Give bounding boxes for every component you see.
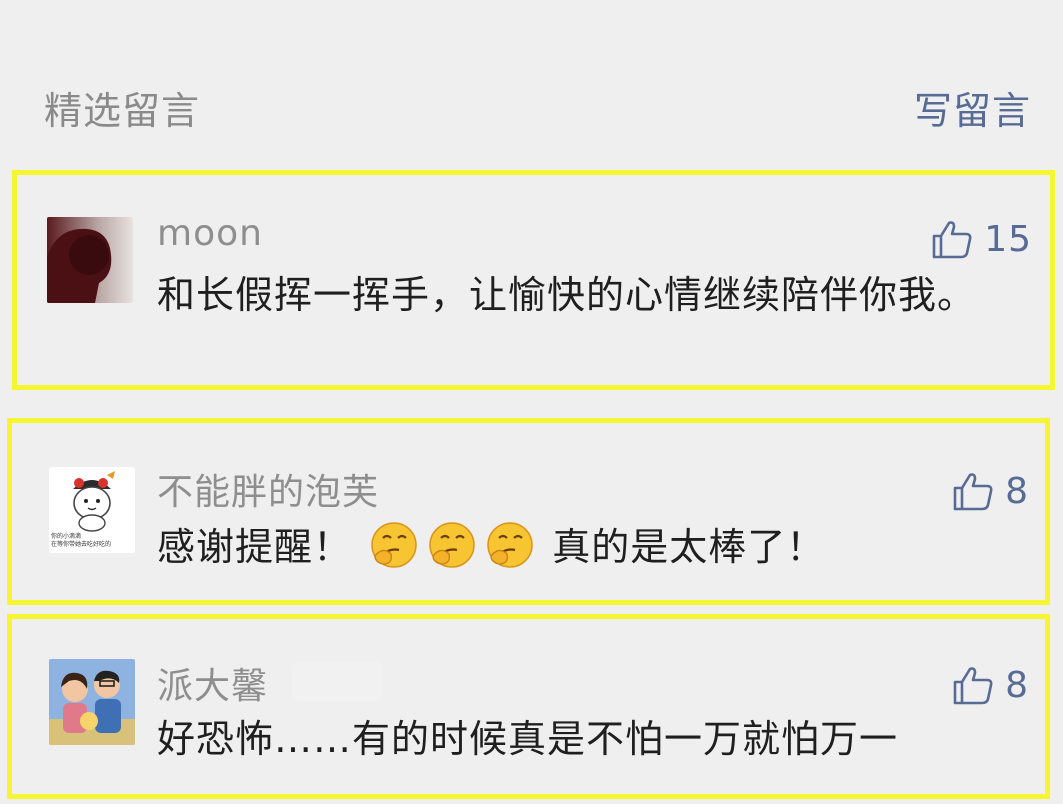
avatar[interactable]: 你的小滴滴 在等你带她去吃好吃的 — [49, 467, 135, 553]
comment-nickname: 派大馨 — [157, 666, 269, 707]
comment-text-after: 真的是太棒了！ — [552, 525, 826, 569]
thumbs-up-icon — [932, 221, 972, 259]
thumbs-up-icon — [953, 473, 993, 511]
person-silhouette-avatar-icon — [47, 217, 133, 303]
comment-item: 你的小滴滴 在等你带她去吃好吃的 不能胖的泡芙 8 感谢提醒！ 真的是太棒了！ — [7, 418, 1050, 605]
like-count: 8 — [1005, 664, 1029, 706]
like-count: 15 — [984, 218, 1032, 260]
like-count: 8 — [1005, 470, 1029, 512]
thinking-face-emoji-icon — [371, 522, 417, 568]
avatar-caption-line1: 你的小滴滴 — [51, 533, 82, 540]
avatar[interactable] — [47, 217, 133, 303]
comment-text-before: 感谢提醒！ — [157, 525, 353, 569]
featured-comments-title: 精选留言 — [44, 89, 201, 133]
comment-content: 好恐怖……有的时候真是不怕一万就怕万一 — [157, 717, 899, 761]
like-button[interactable]: 8 — [951, 663, 1029, 707]
avatar[interactable] — [49, 659, 135, 745]
like-button[interactable]: 15 — [930, 217, 1032, 261]
thumbs-up-icon — [953, 667, 993, 705]
comments-header: 精选留言 写留言 — [0, 70, 1063, 140]
thinking-face-emoji-icon — [487, 522, 533, 568]
avatar-caption-line2: 在等你带她去吃好吃的 — [51, 541, 112, 548]
comment-item: moon 15 和长假挥一挥手，让愉快的心情继续陪伴你我。 — [12, 170, 1055, 390]
like-button[interactable]: 8 — [951, 469, 1029, 513]
comment-nickname: 不能胖的泡芙 — [157, 472, 380, 513]
thinking-face-emoji-icon — [429, 522, 475, 568]
write-comment-button[interactable]: 写留言 — [914, 80, 1031, 135]
comment-nickname: moon — [157, 213, 263, 254]
blurred-region — [292, 661, 382, 701]
comment-content: 和长假挥一挥手，让愉快的心情继续陪伴你我。 — [157, 273, 977, 317]
comment-item: 派大馨 8 好恐怖……有的时候真是不怕一万就怕万一 — [7, 614, 1050, 799]
cartoon-couple-avatar-icon — [49, 659, 135, 745]
comment-content: 感谢提醒！ 真的是太棒了！ — [157, 519, 1017, 575]
